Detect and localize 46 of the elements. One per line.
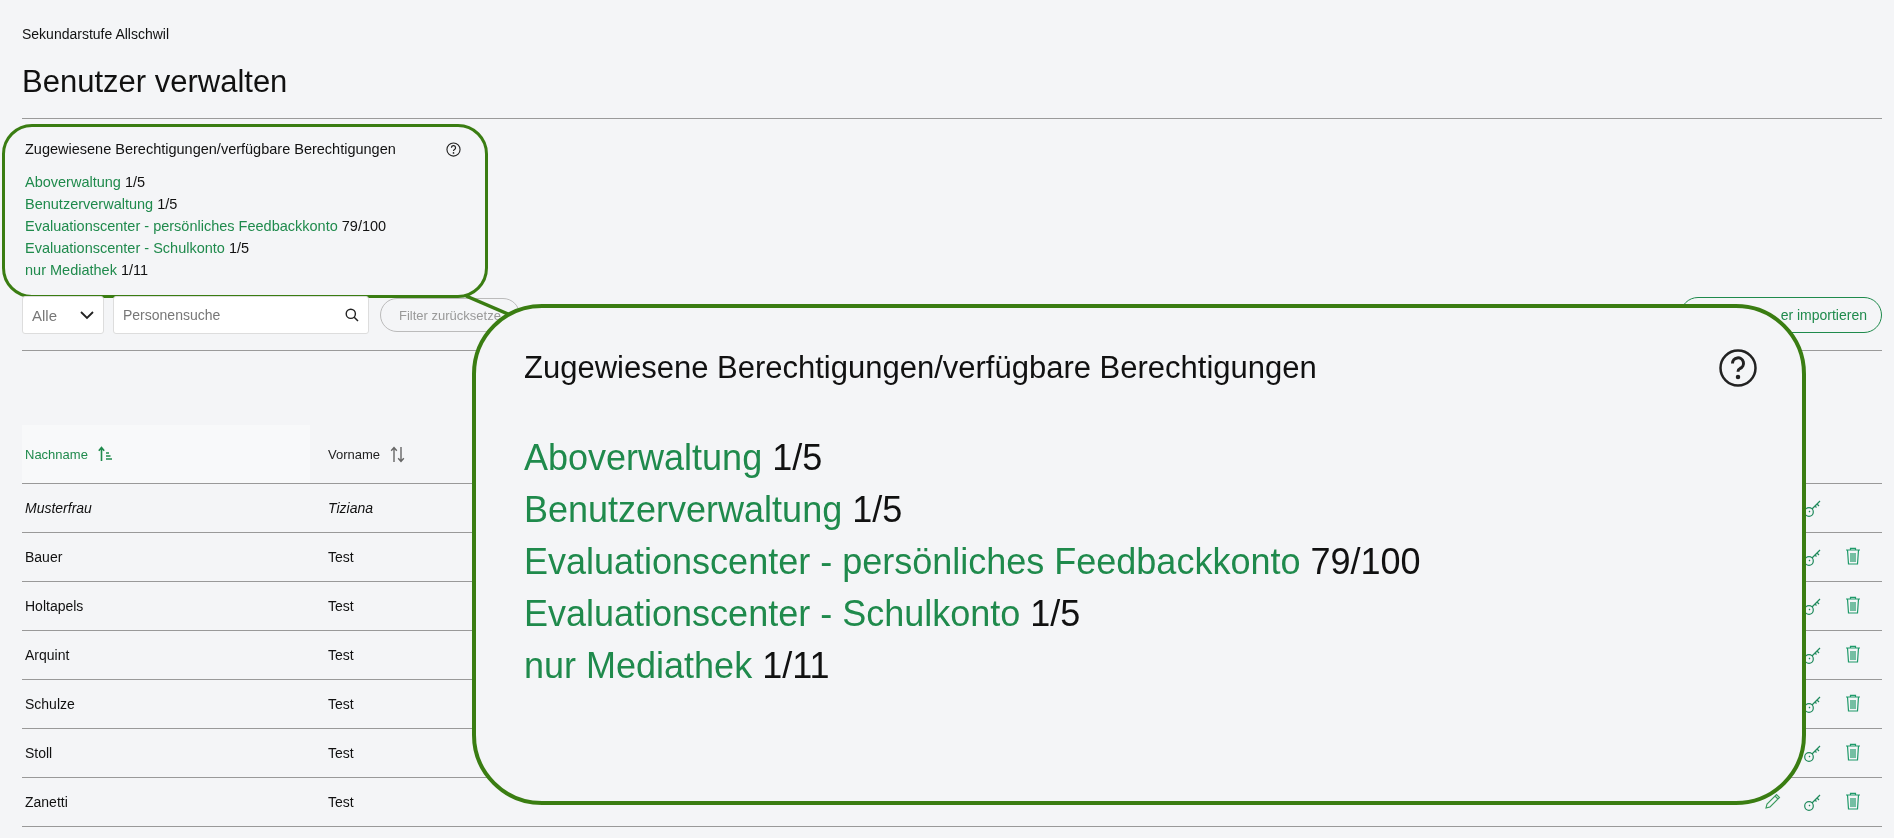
last-name-cell-text: Bauer (24, 549, 64, 565)
permission-entry: nur Mediathek 1/11 (524, 644, 831, 688)
last-name-cell-text: Musterfrau (24, 500, 93, 516)
first-name-cell-text: Tiziana (327, 500, 373, 516)
column-header[interactable]: Vorname (325, 425, 406, 483)
page-title: Benutzer verwalten (22, 64, 289, 100)
permission-entry: Benutzerverwaltung 1/5 (524, 488, 904, 532)
permission-entry: nur Mediathek 1/11 (25, 261, 150, 280)
last-name-cell-text: Holtapels (24, 598, 85, 614)
trash-icon[interactable] (1845, 547, 1861, 565)
last-name-cell-text: Arquint (24, 647, 71, 663)
pencil-icon[interactable] (1764, 792, 1782, 810)
search-field[interactable]: Personensuche (113, 296, 369, 334)
trash-icon[interactable] (1845, 792, 1861, 810)
organization-name: Sekundarstufe Allschwil (22, 26, 171, 42)
permission-entry: Evaluationscenter - Schulkonto 1/5 (25, 239, 251, 258)
search-icon (345, 308, 359, 322)
sort-icon (390, 445, 406, 463)
trash-icon[interactable] (1845, 596, 1861, 614)
permission-entry: Benutzerverwaltung 1/5 (25, 195, 179, 214)
help-icon[interactable] (446, 141, 461, 157)
first-name-cell-text: Test (327, 745, 354, 761)
column-header[interactable]: Nachname (22, 425, 310, 483)
first-name-cell-text: Test (327, 549, 354, 565)
first-name-cell-text: Test (327, 696, 354, 712)
last-name-cell-text: Stoll (24, 745, 54, 761)
last-name-cell-text: Zanetti (24, 794, 69, 810)
role-dropdown[interactable]: Alle (22, 296, 104, 334)
trash-icon[interactable] (1845, 694, 1861, 712)
permission-entry: Aboverwaltung 1/5 (524, 436, 824, 480)
magnified-permissions-heading: Zugewiesene Berechtigungen/verfügbare Berechtigungen (524, 350, 1317, 386)
trash-icon[interactable] (1845, 645, 1861, 663)
permissions-heading: Zugewiesene Berechtigungen/verfügbare Berechtigungen (25, 141, 396, 157)
permission-entry: Evaluationscenter - Schulkonto 1/5 (524, 592, 1082, 636)
chevron-down-icon (80, 310, 94, 320)
last-name-cell-text: Schulze (24, 696, 76, 712)
permission-entry: Evaluationscenter - persönliches Feedbackkonto 79/100 (524, 540, 1422, 584)
sort-ascending-icon (97, 446, 113, 462)
first-name-cell-text: Test (327, 647, 354, 663)
trash-icon[interactable] (1845, 743, 1861, 761)
first-name-cell-text: Test (327, 794, 354, 810)
help-icon (1718, 348, 1758, 388)
key-icon[interactable] (1803, 792, 1823, 812)
first-name-cell-text: Test (327, 598, 354, 614)
permission-entry: Evaluationscenter - persönliches Feedbackkonto 79/100 (25, 217, 388, 236)
permission-entry: Aboverwaltung 1/5 (25, 173, 147, 192)
